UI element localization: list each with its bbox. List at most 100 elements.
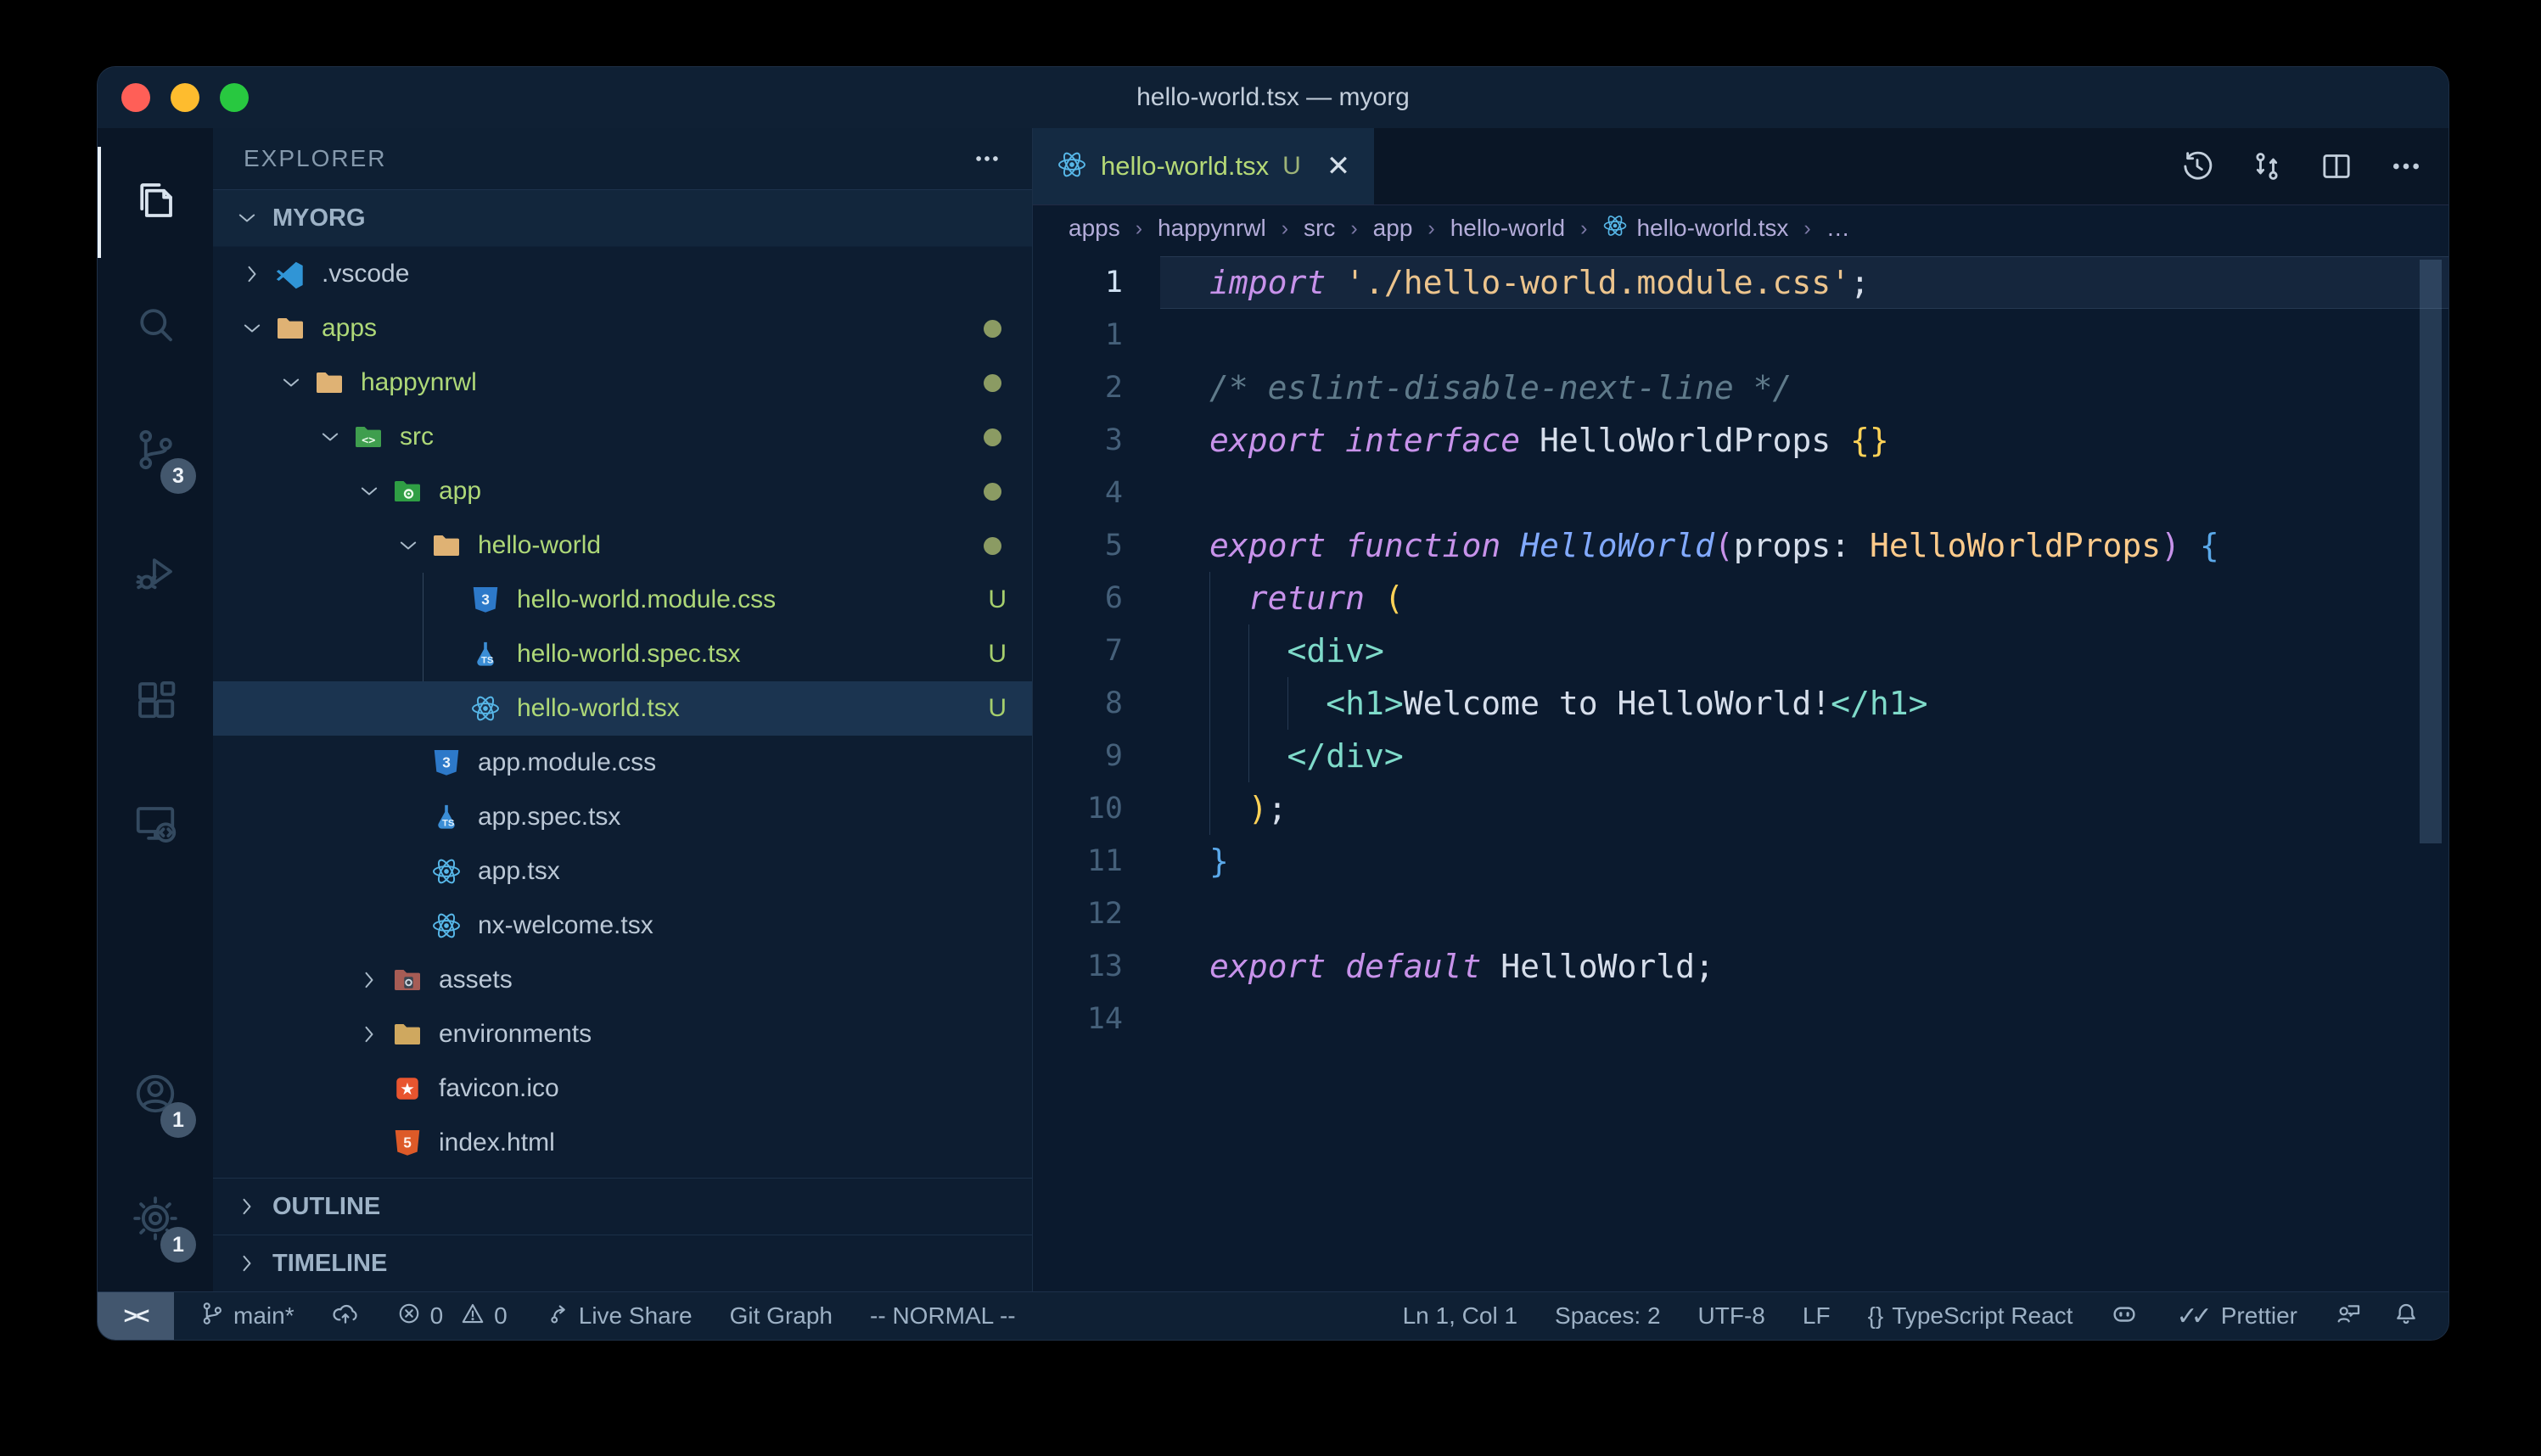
chevron-right-icon (235, 262, 269, 286)
tab-bar: hello-world.tsx U ✕ (1033, 128, 2448, 205)
problems-status[interactable]: 0 0 (396, 1301, 508, 1332)
line-number: 3 (1033, 414, 1160, 467)
tree-item-index.html[interactable]: 5index.html (213, 1116, 1032, 1170)
file-label: app.tsx (478, 857, 560, 886)
git-graph-button[interactable]: Git Graph (730, 1302, 833, 1330)
tree-item-hello-world.module.css[interactable]: 3hello-world.module.cssU (213, 573, 1032, 627)
activity-remote-explorer-button[interactable] (98, 764, 213, 888)
notifications-button[interactable] (2392, 1300, 2420, 1333)
tree-item-app.spec.tsx[interactable]: TSapp.spec.tsx (213, 790, 1032, 844)
file-label: environments (439, 1020, 592, 1049)
explorer-sidebar: EXPLORER MYORG .vscodeappshappynrwl<>src… (213, 128, 1033, 1291)
prettier-status[interactable]: ✓✓ Prettier (2176, 1302, 2297, 1331)
feedback-button[interactable] (2335, 1300, 2362, 1333)
activity-badge: 3 (160, 458, 196, 494)
tree-item-nx-welcome.tsx[interactable]: nx-welcome.tsx (213, 899, 1032, 953)
minimize-window-button[interactable] (171, 83, 199, 112)
line-number: 14 (1033, 993, 1160, 1045)
git-branch-icon (199, 1301, 225, 1332)
breadcrumb-item[interactable]: src (1304, 215, 1335, 242)
tree-item-app[interactable]: app (213, 464, 1032, 518)
live-share-button[interactable]: Live Share (545, 1301, 693, 1332)
activity-accounts-button[interactable]: 1 (98, 1033, 213, 1158)
code-line-11: 10 ); (1033, 782, 2448, 835)
eol-status[interactable]: LF (1803, 1302, 1831, 1330)
breadcrumb-item[interactable]: apps (1069, 215, 1120, 242)
line-number: 8 (1033, 677, 1160, 730)
sidebar-bottom-panels: OUTLINE TIMELINE (213, 1178, 1032, 1291)
indentation-status[interactable]: Spaces: 2 (1555, 1302, 1661, 1330)
tab-hello-world-tsx[interactable]: hello-world.tsx U ✕ (1033, 128, 1374, 204)
close-window-button[interactable] (121, 83, 150, 112)
file-label: hello-world.spec.tsx (517, 640, 740, 669)
error-icon (396, 1301, 422, 1332)
split-editor-icon[interactable] (2319, 149, 2353, 183)
sync-changes-button[interactable] (332, 1300, 359, 1333)
outline-panel-header[interactable]: OUTLINE (213, 1178, 1032, 1235)
tree-item-hello-world.tsx[interactable]: hello-world.tsxU (213, 681, 1032, 736)
tree-item-src[interactable]: <>src (213, 410, 1032, 464)
favicon-icon: ★ (386, 1073, 429, 1104)
activity-search-button[interactable] (98, 265, 213, 389)
folder-app-icon (386, 476, 429, 507)
open-changes-icon[interactable] (2250, 149, 2284, 183)
encoding-status[interactable]: UTF-8 (1698, 1302, 1765, 1330)
svg-text:TS: TS (442, 819, 455, 829)
tree-item-app.module.css[interactable]: 3app.module.css (213, 736, 1032, 790)
warning-icon (460, 1301, 485, 1332)
folder-assets-icon (386, 965, 429, 995)
activity-more-views-button[interactable]: undefined (98, 888, 213, 1013)
window-title: hello-world.tsx — myorg (98, 83, 2448, 112)
breadcrumb-item-symbol[interactable]: … (1826, 215, 1850, 242)
file-label: index.html (439, 1128, 555, 1157)
zoom-window-button[interactable] (220, 83, 249, 112)
chevron-down-icon (230, 206, 264, 230)
activity-explorer-button[interactable] (98, 140, 213, 265)
more-actions-icon[interactable] (2389, 149, 2423, 183)
tree-item-environments[interactable]: environments (213, 1007, 1032, 1061)
tree-item-app.tsx[interactable]: app.tsx (213, 844, 1032, 899)
react-icon (464, 693, 507, 724)
cursor-position[interactable]: Ln 1, Col 1 (1403, 1302, 1517, 1330)
status-bar: >< main* 0 0 Live Share Git Graph (98, 1291, 2448, 1340)
tree-item-apps[interactable]: apps (213, 301, 1032, 356)
tab-close-icon[interactable]: ✕ (1327, 152, 1351, 181)
tree-item-hello-world[interactable]: hello-world (213, 518, 1032, 573)
vim-mode-indicator[interactable]: -- NORMAL -- (870, 1302, 1016, 1330)
untracked-badge: U (988, 585, 1007, 614)
line-number: 7 (1033, 624, 1160, 677)
editor-actions (2180, 128, 2423, 204)
remote-indicator[interactable]: >< (98, 1292, 174, 1340)
tree-item-.vscode[interactable]: .vscode (213, 247, 1032, 301)
file-label: favicon.ico (439, 1074, 559, 1103)
language-mode[interactable]: {} TypeScript React (1868, 1302, 2073, 1330)
local-history-icon[interactable] (2180, 149, 2214, 183)
tree-item-hello-world.spec.tsx[interactable]: TShello-world.spec.tsxU (213, 627, 1032, 681)
file-label: hello-world.module.css (517, 585, 776, 614)
workspace-section-myorg[interactable]: MYORG (213, 189, 1032, 247)
copilot-status[interactable] (2110, 1299, 2139, 1334)
untracked-badge: U (988, 694, 1007, 723)
modified-dot-badge (984, 537, 1001, 555)
timeline-panel-header[interactable]: TIMELINE (213, 1235, 1032, 1291)
activity-run-debug-button[interactable] (98, 514, 213, 639)
breadcrumb-item-file[interactable]: hello-world.tsx (1602, 213, 1788, 244)
svg-text:★: ★ (400, 1080, 414, 1099)
file-tree: .vscodeappshappynrwl<>srcapphello-world 3… (213, 247, 1032, 1170)
code-editor[interactable]: 1import './hello-world.module.css';12/* … (1033, 251, 2448, 1291)
activity-source-control-button[interactable]: 3 (98, 389, 213, 514)
activity-badge: 1 (160, 1102, 196, 1138)
file-label: app.module.css (478, 748, 656, 777)
git-branch-status[interactable]: main* (199, 1301, 294, 1332)
tree-item-assets[interactable]: assets (213, 953, 1032, 1007)
explorer-more-actions-icon[interactable] (973, 144, 1001, 173)
breadcrumb-item[interactable]: hello-world (1450, 215, 1565, 242)
workspace-section-label: MYORG (272, 204, 366, 232)
breadcrumb-item[interactable]: happynrwl (1158, 215, 1266, 242)
activity-extensions-button[interactable] (98, 639, 213, 764)
tree-item-favicon.ico[interactable]: ★ favicon.ico (213, 1061, 1032, 1116)
activity-settings-button[interactable]: 1 (98, 1158, 213, 1283)
tree-item-happynrwl[interactable]: happynrwl (213, 356, 1032, 410)
breadcrumb-item[interactable]: app (1373, 215, 1413, 242)
react-icon (425, 856, 468, 887)
